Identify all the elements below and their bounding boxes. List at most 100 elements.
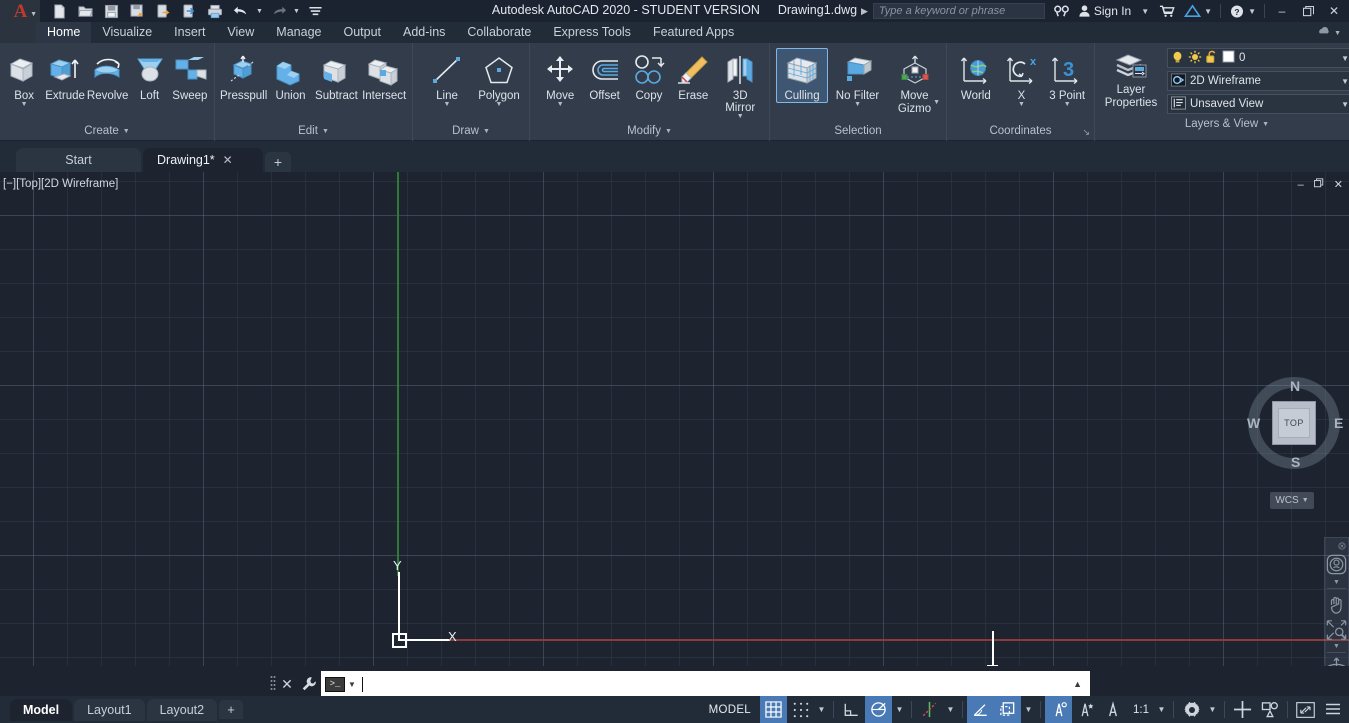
ribbon-tab-output[interactable]: Output [332,22,392,43]
ribbon-tab-insert[interactable]: Insert [163,22,216,43]
command-input[interactable]: >_ ▼ ▲ [321,671,1090,698]
orbit-icon[interactable] [1325,655,1348,666]
search-button[interactable] [1049,0,1074,22]
save-as-button[interactable] [124,0,150,22]
customization-menu-button[interactable] [1319,696,1346,723]
wrench-icon[interactable] [297,672,321,696]
layout-tab-model[interactable]: Model [10,699,72,721]
export-button[interactable] [176,0,202,22]
ortho-mode-toggle[interactable] [838,696,865,723]
ribbon-panel-title-draw[interactable]: Draw ▼ [413,121,529,141]
ribbon-button-layer-properties[interactable]: Layer Properties [1100,48,1162,114]
ribbon-button-presspull[interactable]: Presspull [219,48,268,103]
annotation-visibility-toggle[interactable] [1045,696,1072,723]
chevron-down-icon[interactable]: ▼ [1064,102,1071,108]
fullscreen-toggle[interactable] [1292,696,1319,723]
viewport-maximize-button[interactable] [1314,178,1324,191]
ribbon-button-sweep[interactable]: Sweep [170,48,210,103]
unlocked-padlock-icon[interactable] [1206,50,1218,67]
chevron-down-icon[interactable]: ▼ [933,100,940,106]
chevron-up-icon[interactable]: ▲ [1073,679,1086,689]
chevron-down-icon[interactable]: ▼ [444,102,451,108]
zoom-dropdown[interactable]: ▼ [1333,643,1340,651]
annotation-scale-visibility-icon[interactable] [1099,696,1126,723]
workspace-switching-button[interactable] [1178,696,1205,723]
viewport-close-button[interactable]: ✕ [1334,178,1343,191]
ribbon-button-move[interactable]: Move ▼ [538,48,582,109]
object-snap-toggle[interactable] [967,696,994,723]
ribbon-tab-manage[interactable]: Manage [265,22,332,43]
ribbon-panel-title-edit[interactable]: Edit ▼ [215,121,412,141]
ribbon-display-options-icon[interactable] [1316,26,1331,40]
autoscale-annotation-toggle[interactable] [1072,696,1099,723]
coordinate-system-dropdown[interactable]: WCS ▼ [1270,492,1314,509]
ribbon-button-offset[interactable]: Offset [582,48,626,103]
sign-in-button[interactable]: Sign In [1074,0,1135,22]
layer-control-dropdown[interactable]: 0 ▼ [1167,48,1349,68]
ribbon-tab-featured-apps[interactable]: Featured Apps [642,22,745,43]
open-drawing-button[interactable] [72,0,98,22]
annotation-scale-value[interactable]: 1:1 [1126,696,1154,723]
redo-button[interactable] [265,0,291,22]
view-cube-top-face[interactable]: TOP [1272,401,1316,445]
ribbon-button-move-gizmo[interactable]: Move Gizmo ▼ [887,48,942,116]
autodesk-app-icon[interactable]: ▼ [1180,0,1216,22]
ribbon-button-polygon[interactable]: Polygon ▼ [473,48,525,109]
file-tab-drawing1[interactable]: Drawing1* ✕ [143,148,263,172]
close-icon[interactable]: ✕ [277,672,297,696]
hardware-acceleration-icon[interactable] [1229,696,1256,723]
viewport-minimize-button[interactable]: – [1298,179,1304,191]
ribbon-button-extrude[interactable]: Extrude [44,48,86,103]
layer-color-swatch[interactable] [1222,50,1235,66]
visual-style-dropdown[interactable]: 2D Wireframe ▼ [1167,71,1349,91]
panel-dialog-launcher[interactable]: ↘ [1082,127,1090,138]
save-button[interactable] [98,0,124,22]
view-cube[interactable]: TOP N S W E [1240,370,1348,488]
ribbon-button-union[interactable]: Union [268,48,312,103]
object-snap-tracking-toggle[interactable] [916,696,943,723]
ribbon-button-line[interactable]: Line ▼ [421,48,473,109]
steering-wheel-icon[interactable] [1325,550,1348,579]
undo-dropdown-button[interactable]: ▼ [254,0,265,22]
chevron-down-icon[interactable]: ▼ [21,102,28,108]
ribbon-tab-home[interactable]: Home [36,22,91,43]
close-window-button[interactable]: ✕ [1321,0,1347,22]
model-space-toggle[interactable]: MODEL [700,696,760,723]
search-input[interactable]: Type a keyword or phrase [873,3,1045,19]
ribbon-button-culling[interactable]: Culling [776,48,828,103]
chevron-down-icon[interactable]: ▼ [737,114,744,120]
ribbon-tab-addins[interactable]: Add-ins [392,22,456,43]
command-prompt-icon[interactable]: >_ [325,677,345,692]
zoom-magnifier-icon[interactable] [1325,617,1348,643]
viewport-label[interactable]: [−][Top][2D Wireframe] [3,178,118,190]
lightbulb-icon[interactable] [1171,50,1184,67]
infocenter-expand-icon[interactable]: ▶ [861,6,868,17]
ribbon-tab-express-tools[interactable]: Express Tools [542,22,642,43]
ribbon-button-box[interactable]: Box ▼ [4,48,44,109]
new-file-tab-button[interactable]: + [265,152,291,172]
file-tab-start[interactable]: Start [16,148,141,172]
ribbon-panel-title-create[interactable]: Create ▼ [0,121,214,141]
ribbon-button-3d-mirror[interactable]: 3D Mirror ▼ [716,48,765,121]
ribbon-button-erase[interactable]: Erase [671,48,715,103]
minimize-window-button[interactable]: – [1269,0,1295,22]
redo-dropdown-button[interactable]: ▼ [291,0,302,22]
snap-mode-toggle[interactable] [787,696,814,723]
navbar-close-icon[interactable] [1325,542,1348,550]
drawing-canvas[interactable]: [−][Top][2D Wireframe] – ✕ Y X [0,172,1349,666]
chevron-down-icon[interactable]: ▼ [1341,54,1349,63]
plot-button[interactable] [202,0,228,22]
snap-mode-dropdown[interactable]: ▼ [814,696,829,723]
chevron-down-icon[interactable]: ▼ [496,102,503,108]
help-button[interactable]: ? ▼ [1225,0,1260,22]
ribbon-panel-title-modify[interactable]: Modify ▼ [530,121,769,141]
ribbon-button-ucs-3point[interactable]: 3 3 Point ▼ [1044,48,1090,109]
view-cube-east[interactable]: E [1334,415,1343,431]
chevron-down-icon[interactable]: ▼ [854,102,861,108]
chevron-down-icon[interactable]: ▼ [1018,102,1025,108]
sun-icon[interactable] [1188,50,1202,67]
ribbon-button-loft[interactable]: Loft [129,48,169,103]
ribbon-button-intersect[interactable]: Intersect [360,48,408,103]
chevron-down-icon[interactable]: ▼ [1334,30,1341,37]
plot-preview-button[interactable] [150,0,176,22]
